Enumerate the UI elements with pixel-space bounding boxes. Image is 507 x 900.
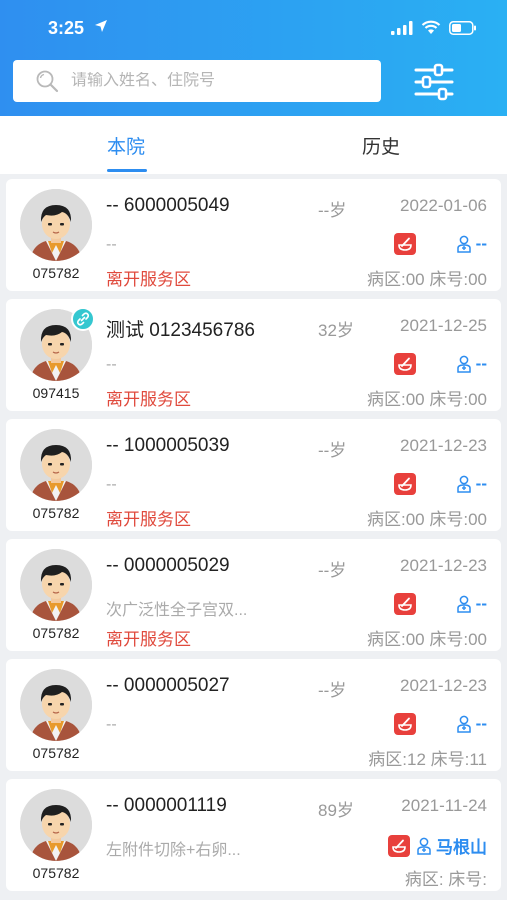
- search-bar[interactable]: [13, 60, 381, 102]
- surgery-icon: [393, 353, 416, 375]
- link-badge: [71, 307, 95, 331]
- patient-age: 89岁: [318, 801, 354, 820]
- surgery-icon: [393, 233, 416, 255]
- ward-bed: 病区:12 床号:11: [368, 750, 487, 769]
- doctor-name: --: [475, 594, 487, 613]
- ward-bed: 病区:00 床号:00: [367, 630, 487, 649]
- patient-age: --岁: [318, 441, 347, 460]
- avatar: [20, 549, 92, 621]
- surgery-icon: [393, 593, 416, 615]
- service-status: 离开服务区: [106, 630, 191, 649]
- diagnosis: --: [106, 716, 117, 733]
- admission-date: 2021-11-24: [401, 796, 487, 815]
- doctor-name: 马根山: [436, 838, 487, 857]
- patient-age: 32岁: [318, 321, 354, 340]
- doctor-icon: [416, 837, 432, 855]
- location-arrow-icon: [95, 20, 107, 32]
- patient-list: 075782 -- 6000005049 --岁 2022-01-06 -- 离开服务区 -…: [6, 179, 501, 899]
- avatar: [20, 429, 92, 501]
- card-icons: 马根山: [388, 833, 487, 858]
- status-time: 3:25: [48, 18, 85, 38]
- ward-bed: 病区:00 床号:00: [367, 390, 487, 409]
- doctor-icon: [456, 355, 472, 373]
- card-icons: --: [393, 353, 487, 375]
- avatar: [20, 189, 92, 261]
- patient-id: 075782: [32, 265, 80, 281]
- avatar: [20, 789, 92, 861]
- filter-sliders-icon[interactable]: [414, 62, 454, 102]
- card-icons: --: [393, 593, 487, 615]
- admission-date: 2022-01-06: [400, 196, 487, 215]
- doctor-icon: [456, 715, 472, 733]
- doctor-name: --: [475, 714, 487, 733]
- patient-card[interactable]: 097415 测试 0123456786 32岁 2021-12-25 -- 离开服务区 -…: [6, 299, 501, 411]
- admission-date: 2021-12-23: [400, 436, 487, 455]
- search-input[interactable]: [71, 72, 351, 90]
- patient-id: 075782: [32, 865, 80, 881]
- doctor-name: --: [475, 234, 487, 253]
- signal-icon: [391, 20, 413, 35]
- wifi-icon: [421, 20, 441, 34]
- admission-date: 2021-12-25: [400, 316, 487, 335]
- doctor-icon: [456, 595, 472, 613]
- doctor-name: --: [475, 474, 487, 493]
- patient-card[interactable]: 075782 -- 0000005027 --岁 2021-12-23 -- -- 病区:1…: [6, 659, 501, 771]
- patient-name-number: -- 1000005039: [106, 435, 230, 456]
- ward-bed: 病区:00 床号:00: [367, 270, 487, 289]
- patient-name-number: -- 0000005027: [106, 675, 230, 696]
- admission-date: 2021-12-23: [400, 676, 487, 695]
- patient-card[interactable]: 075782 -- 0000001119 89岁 2021-11-24 左附件切除+右卵…: [6, 779, 501, 891]
- doctor-icon: [456, 475, 472, 493]
- patient-id: 075782: [32, 745, 80, 761]
- ward-bed: 病区:00 床号:00: [367, 510, 487, 529]
- active-tab-indicator: [107, 169, 147, 172]
- patient-id: 097415: [32, 385, 80, 401]
- diagnosis: --: [106, 356, 117, 373]
- service-status: 离开服务区: [106, 510, 191, 529]
- patient-name-number: -- 6000005049: [106, 195, 230, 216]
- card-icons: --: [393, 713, 487, 735]
- patient-age: --岁: [318, 681, 347, 700]
- card-icons: --: [393, 233, 487, 255]
- card-icons: --: [393, 473, 487, 495]
- patient-card[interactable]: 075782 -- 0000005029 --岁 2021-12-23 次广泛性全子宫双…: [6, 539, 501, 651]
- service-status: 离开服务区: [106, 390, 191, 409]
- surgery-icon: [393, 713, 416, 735]
- app-header: 3:25: [0, 0, 507, 116]
- diagnosis: --: [106, 236, 117, 253]
- diagnosis: 次广泛性全子宫双...: [106, 602, 248, 619]
- search-icon: [36, 70, 59, 93]
- patient-age: --岁: [318, 561, 347, 580]
- ward-bed: 病区: 床号:: [404, 870, 487, 889]
- doctor-name: --: [475, 354, 487, 373]
- patient-name-number: 测试 0123456786: [106, 320, 255, 341]
- patient-card[interactable]: 075782 -- 6000005049 --岁 2022-01-06 -- 离开服务区 -…: [6, 179, 501, 291]
- patient-name-number: -- 0000001119: [106, 795, 227, 816]
- battery-icon: [449, 20, 476, 35]
- tab-current-hospital[interactable]: 本院: [107, 132, 145, 159]
- patient-name-number: -- 0000005029: [106, 555, 230, 576]
- link-icon: [76, 312, 90, 326]
- tab-bar: 本院 历史: [0, 116, 507, 174]
- patient-id: 075782: [32, 625, 80, 641]
- admission-date: 2021-12-23: [400, 556, 487, 575]
- tab-history[interactable]: 历史: [362, 132, 400, 159]
- patient-id: 075782: [32, 505, 80, 521]
- service-status: 离开服务区: [106, 270, 191, 289]
- patient-age: --岁: [318, 201, 347, 220]
- status-indicators: [391, 20, 477, 35]
- diagnosis: --: [106, 476, 117, 493]
- doctor-icon: [456, 235, 472, 253]
- diagnosis: 左附件切除+右卵...: [106, 842, 241, 859]
- patient-card[interactable]: 075782 -- 1000005039 --岁 2021-12-23 -- 离开服务区 -…: [6, 419, 501, 531]
- avatar: [20, 669, 92, 741]
- surgery-icon: [388, 834, 410, 857]
- surgery-icon: [393, 473, 416, 495]
